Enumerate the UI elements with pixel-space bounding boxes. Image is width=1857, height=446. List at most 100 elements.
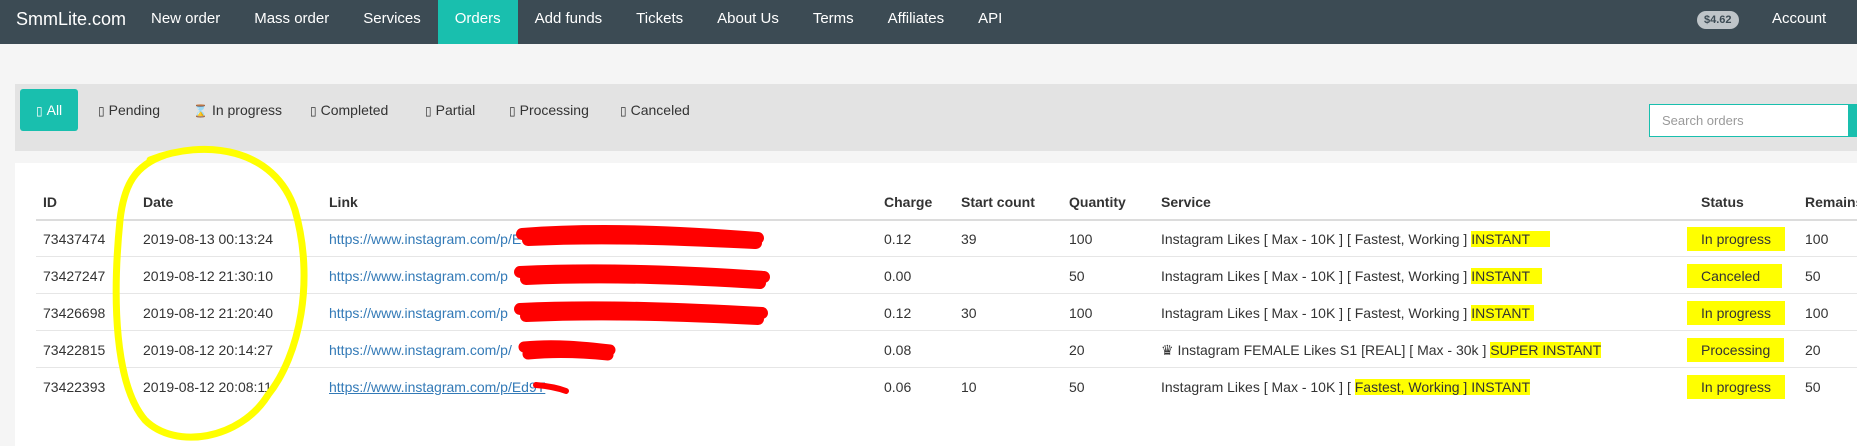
- row-divider: [36, 330, 1857, 331]
- order-date: 2019-08-13 00:13:24: [143, 231, 273, 247]
- filter-tab-label: In progress: [211, 102, 282, 118]
- order-link[interactable]: https://www.instagram.com/p/E: [329, 231, 521, 247]
- order-remains: 50: [1805, 268, 1821, 284]
- nav-add-funds[interactable]: Add funds: [518, 0, 620, 44]
- service-name: Instagram Likes [ Max - 10K ] [ Fastest,…: [1161, 305, 1472, 321]
- order-id: 73422815: [43, 342, 106, 358]
- order-link[interactable]: https://www.instagram.com/p: [329, 305, 508, 321]
- service-highlight: INSTANT: [1471, 305, 1535, 321]
- nav-new-order[interactable]: New order: [134, 0, 237, 44]
- clock-icon: ▯: [98, 104, 105, 118]
- row-divider: [36, 256, 1857, 257]
- main-nav: New order Mass order Services Orders Add…: [134, 0, 1019, 44]
- order-quantity: 20: [1069, 342, 1085, 358]
- partial-icon: ▯: [425, 104, 432, 118]
- filter-tab-canceled[interactable]: ▯ Canceled: [620, 89, 690, 131]
- order-filter-panel: ▯ All ▯ Pending ⌛ In progress ▯ Completed ▯ P…: [15, 84, 1857, 151]
- order-id: 73422393: [43, 379, 106, 395]
- order-charge: 0.12: [884, 305, 912, 321]
- filter-tab-all[interactable]: ▯ All: [20, 89, 79, 131]
- column-header-link: Link: [329, 194, 358, 210]
- order-link[interactable]: https://www.instagram.com/p/: [329, 342, 512, 358]
- order-id: 73437474: [43, 231, 106, 247]
- filter-tab-label: Pending: [108, 102, 160, 118]
- order-link[interactable]: https://www.instagram.com/p/Ed9T: [329, 379, 545, 395]
- column-header-date: Date: [143, 194, 174, 210]
- column-header-status: Status: [1701, 194, 1744, 210]
- order-start-count: 39: [961, 231, 977, 247]
- row-divider: [36, 367, 1857, 368]
- order-id: 73426698: [43, 305, 106, 321]
- order-remains: 100: [1805, 305, 1829, 321]
- check-icon: ▯: [310, 104, 317, 118]
- order-status: In progress: [1687, 375, 1786, 399]
- status-badge: Canceled: [1687, 264, 1783, 288]
- orders-table-card: [15, 163, 1857, 446]
- filter-tab-processing[interactable]: ▯ Processing: [509, 89, 589, 131]
- order-remains: 100: [1805, 231, 1829, 247]
- filter-tab-label: All: [46, 102, 63, 118]
- hourglass-icon: ⌛: [193, 104, 208, 118]
- nav-tickets[interactable]: Tickets: [619, 0, 700, 44]
- order-date: 2019-08-12 21:30:10: [143, 268, 273, 284]
- order-status: Canceled: [1687, 264, 1783, 288]
- search-button[interactable]: [1849, 104, 1857, 137]
- filter-tab-label: Partial: [435, 102, 476, 118]
- nav-api[interactable]: API: [961, 0, 1019, 44]
- service-name: Instagram Likes [ Max - 10K ] [ Fastest,…: [1161, 231, 1472, 247]
- service-highlight: INSTANT: [1471, 231, 1551, 247]
- order-charge: 0.08: [884, 342, 912, 358]
- order-date: 2019-08-12 20:08:11: [143, 379, 272, 395]
- order-quantity: 50: [1069, 379, 1085, 395]
- column-header-quantity: Quantity: [1069, 194, 1126, 210]
- status-badge: In progress: [1687, 301, 1786, 325]
- service-bracket: [: [1346, 379, 1355, 395]
- service-highlight: SUPER INSTANT: [1490, 342, 1602, 358]
- column-header-charge: Charge: [884, 194, 933, 210]
- search-orders-input[interactable]: [1649, 104, 1849, 137]
- nav-orders[interactable]: Orders: [437, 0, 518, 44]
- ban-icon: ▯: [620, 104, 627, 118]
- service-highlight: INSTANT: [1471, 268, 1543, 284]
- filter-tab-label: Processing: [519, 102, 589, 118]
- order-service: Instagram Likes [ Max - 10K ] [ Fastest,…: [1161, 305, 1535, 321]
- nav-affiliates[interactable]: Affiliates: [871, 0, 961, 44]
- service-name: ♛ Instagram FEMALE Likes S1 [REAL] [ Max…: [1161, 342, 1491, 358]
- header-divider: [36, 219, 1857, 221]
- filter-tab-completed[interactable]: ▯ Completed: [310, 89, 388, 131]
- column-header-start-count: Start count: [961, 194, 1035, 210]
- order-charge: 0.12: [884, 231, 912, 247]
- top-navbar: SmmLite.com New order Mass order Service…: [0, 0, 1857, 44]
- order-status: Processing: [1687, 338, 1785, 362]
- brand-logo[interactable]: SmmLite.com: [16, 0, 126, 44]
- order-service: Instagram Likes [ Max - 10K ] [ Fastest,…: [1161, 231, 1551, 247]
- order-link[interactable]: https://www.instagram.com/p: [329, 268, 508, 284]
- order-service: ♛ Instagram FEMALE Likes S1 [REAL] [ Max…: [1161, 342, 1602, 359]
- status-badge: In progress: [1687, 375, 1786, 399]
- account-menu[interactable]: Account: [1772, 0, 1826, 44]
- balance-badge: $4.62: [1697, 11, 1739, 29]
- order-start-count: 30: [961, 305, 977, 321]
- order-date: 2019-08-12 20:14:27: [143, 342, 273, 358]
- nav-terms[interactable]: Terms: [796, 0, 871, 44]
- order-status: In progress: [1687, 227, 1786, 251]
- order-remains: 20: [1805, 342, 1821, 358]
- order-quantity: 50: [1069, 268, 1085, 284]
- refresh-icon: ▯: [509, 104, 516, 118]
- order-status: In progress: [1687, 301, 1786, 325]
- status-badge: Processing: [1687, 338, 1785, 362]
- filter-tab-partial[interactable]: ▯ Partial: [425, 89, 475, 131]
- filter-tab-in-progress[interactable]: ⌛ In progress: [193, 89, 282, 131]
- filter-tab-pending[interactable]: ▯ Pending: [98, 89, 160, 131]
- order-date: 2019-08-12 21:20:40: [143, 305, 273, 321]
- order-service: Instagram Likes [ Max - 10K ] [ Fastest,…: [1161, 268, 1543, 284]
- nav-mass-order[interactable]: Mass order: [237, 0, 346, 44]
- nav-about-us[interactable]: About Us: [700, 0, 796, 44]
- order-charge: 0.06: [884, 379, 912, 395]
- row-divider: [36, 293, 1857, 294]
- column-header-remains: Remains: [1805, 194, 1857, 210]
- service-name: Instagram Likes [ Max - 10K ] [ Fastest,…: [1161, 268, 1472, 284]
- nav-services[interactable]: Services: [346, 0, 438, 44]
- order-id: 73427247: [43, 268, 106, 284]
- filter-tab-label: Canceled: [630, 102, 690, 118]
